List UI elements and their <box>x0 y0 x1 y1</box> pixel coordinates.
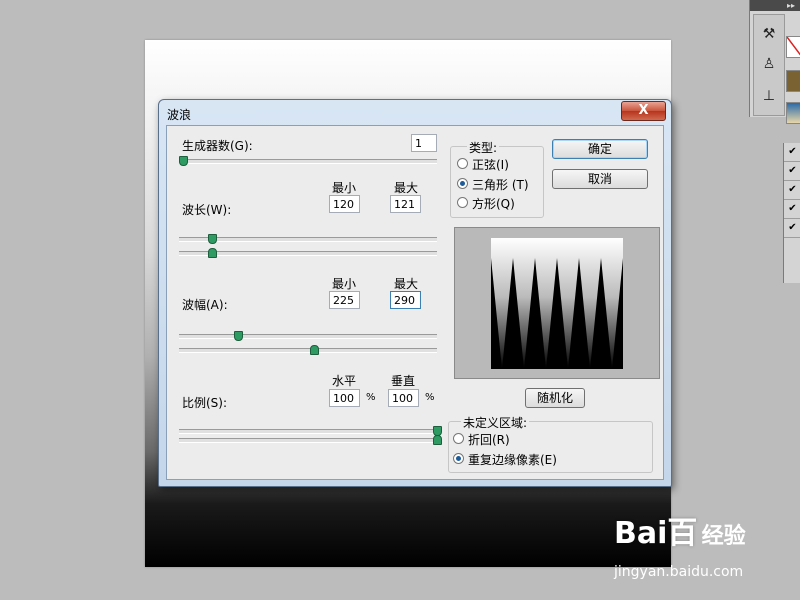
generators-label: 生成器数(G): <box>182 139 253 153</box>
type-group-label: 类型: <box>467 139 500 156</box>
swatch-brown[interactable] <box>786 70 800 92</box>
watermark-brand-icon: 百 <box>667 516 698 551</box>
generators-input[interactable]: 1 <box>411 134 437 152</box>
swatch-gradient[interactable] <box>786 102 800 124</box>
triangle-radio[interactable] <box>457 178 468 189</box>
history-panel: ✔ ✔ ✔ ✔ ✔ <box>783 143 800 283</box>
generators-slider-track[interactable] <box>179 159 437 164</box>
history-row[interactable]: ✔ <box>784 181 800 200</box>
repeat-edge-label[interactable]: 重复边缘像素(E) <box>468 451 557 468</box>
scale-v-unit: % <box>425 392 435 403</box>
scale-h-header: 水平 <box>332 374 357 388</box>
wavelength-max-track[interactable] <box>179 251 437 256</box>
amplitude-min-track[interactable] <box>179 334 437 339</box>
cancel-button[interactable]: 取消 <box>552 169 648 189</box>
brush-tool-icon[interactable]: ⚒ <box>760 25 778 43</box>
wrap-around-radio[interactable] <box>453 433 464 444</box>
close-button[interactable]: X <box>621 101 666 121</box>
scale-h-input[interactable]: 100 <box>329 389 360 407</box>
clone-tool-icon[interactable]: ♙ <box>760 55 778 73</box>
tool-column: ⚒ ♙ ⊥ <box>753 14 785 116</box>
sine-label[interactable]: 正弦(I) <box>472 156 509 173</box>
history-row[interactable]: ✔ <box>784 162 800 181</box>
scale-label: 比例(S): <box>182 396 228 410</box>
baidu-watermark: Bai百 经验 jingyan.baidu.com <box>614 508 746 580</box>
watermark-url: jingyan.baidu.com <box>614 564 744 580</box>
scale-v-thumb[interactable] <box>433 435 442 445</box>
dialog-client: 生成器数(G): 1 类型: 正弦(I) 三角形 (T) 方形(Q) 确定 取消… <box>166 125 664 480</box>
history-row[interactable]: ✔ <box>784 200 800 219</box>
square-radio[interactable] <box>457 197 468 208</box>
undefined-area-label: 未定义区域: <box>461 414 530 431</box>
ok-button[interactable]: 确定 <box>552 139 648 159</box>
scale-v-header: 垂直 <box>391 374 416 388</box>
amplitude-max-thumb[interactable] <box>310 345 319 355</box>
tools-panel: ▸▸ ⚒ ♙ ⊥ <box>749 0 800 124</box>
scale-v-track[interactable] <box>179 438 437 443</box>
amplitude-max-header: 最大 <box>394 277 419 291</box>
triangle-label[interactable]: 三角形 (T) <box>472 176 529 193</box>
watermark-brand: Bai <box>614 516 668 551</box>
sine-radio[interactable] <box>457 158 468 169</box>
square-label[interactable]: 方形(Q) <box>472 195 515 212</box>
wavelength-min-track[interactable] <box>179 237 437 242</box>
wavelength-max-input[interactable]: 121 <box>390 195 421 213</box>
wave-preview <box>491 238 623 369</box>
wavelength-min-header: 最小 <box>332 181 357 195</box>
amplitude-label: 波幅(A): <box>182 298 228 312</box>
repeat-edge-radio[interactable] <box>453 453 464 464</box>
preview-area <box>454 227 660 379</box>
wavelength-max-thumb[interactable] <box>208 248 217 258</box>
wrap-around-label[interactable]: 折回(R) <box>468 431 510 448</box>
scale-v-input[interactable]: 100 <box>388 389 419 407</box>
scale-h-unit: % <box>366 392 376 403</box>
history-row[interactable]: ✔ <box>784 143 800 162</box>
wavelength-max-header: 最大 <box>394 181 419 195</box>
randomize-button[interactable]: 随机化 <box>525 388 585 408</box>
watermark-jingyan: 经验 <box>701 524 746 549</box>
generators-slider-thumb[interactable] <box>179 156 188 166</box>
dialog-title: 波浪 <box>167 108 192 122</box>
history-row[interactable]: ✔ <box>784 219 800 238</box>
amplitude-min-thumb[interactable] <box>234 331 243 341</box>
dialog-titlebar[interactable]: 波浪 X <box>159 100 671 125</box>
swatch-red-slash-icon[interactable] <box>786 36 800 58</box>
amplitude-max-track[interactable] <box>179 348 437 353</box>
wave-dialog: 波浪 X 生成器数(G): 1 类型: 正弦(I) 三角形 (T) 方形(Q) … <box>158 99 672 487</box>
amplitude-min-header: 最小 <box>332 277 357 291</box>
amplitude-max-input[interactable]: 290 <box>390 291 421 309</box>
panel-collapse-icon[interactable]: ▸▸ <box>750 0 800 11</box>
stamp-tool-icon[interactable]: ⊥ <box>760 87 778 105</box>
amplitude-min-input[interactable]: 225 <box>329 291 360 309</box>
wavelength-label: 波长(W): <box>182 203 232 217</box>
wavelength-min-input[interactable]: 120 <box>329 195 360 213</box>
wavelength-min-thumb[interactable] <box>208 234 217 244</box>
scale-h-track[interactable] <box>179 429 437 434</box>
